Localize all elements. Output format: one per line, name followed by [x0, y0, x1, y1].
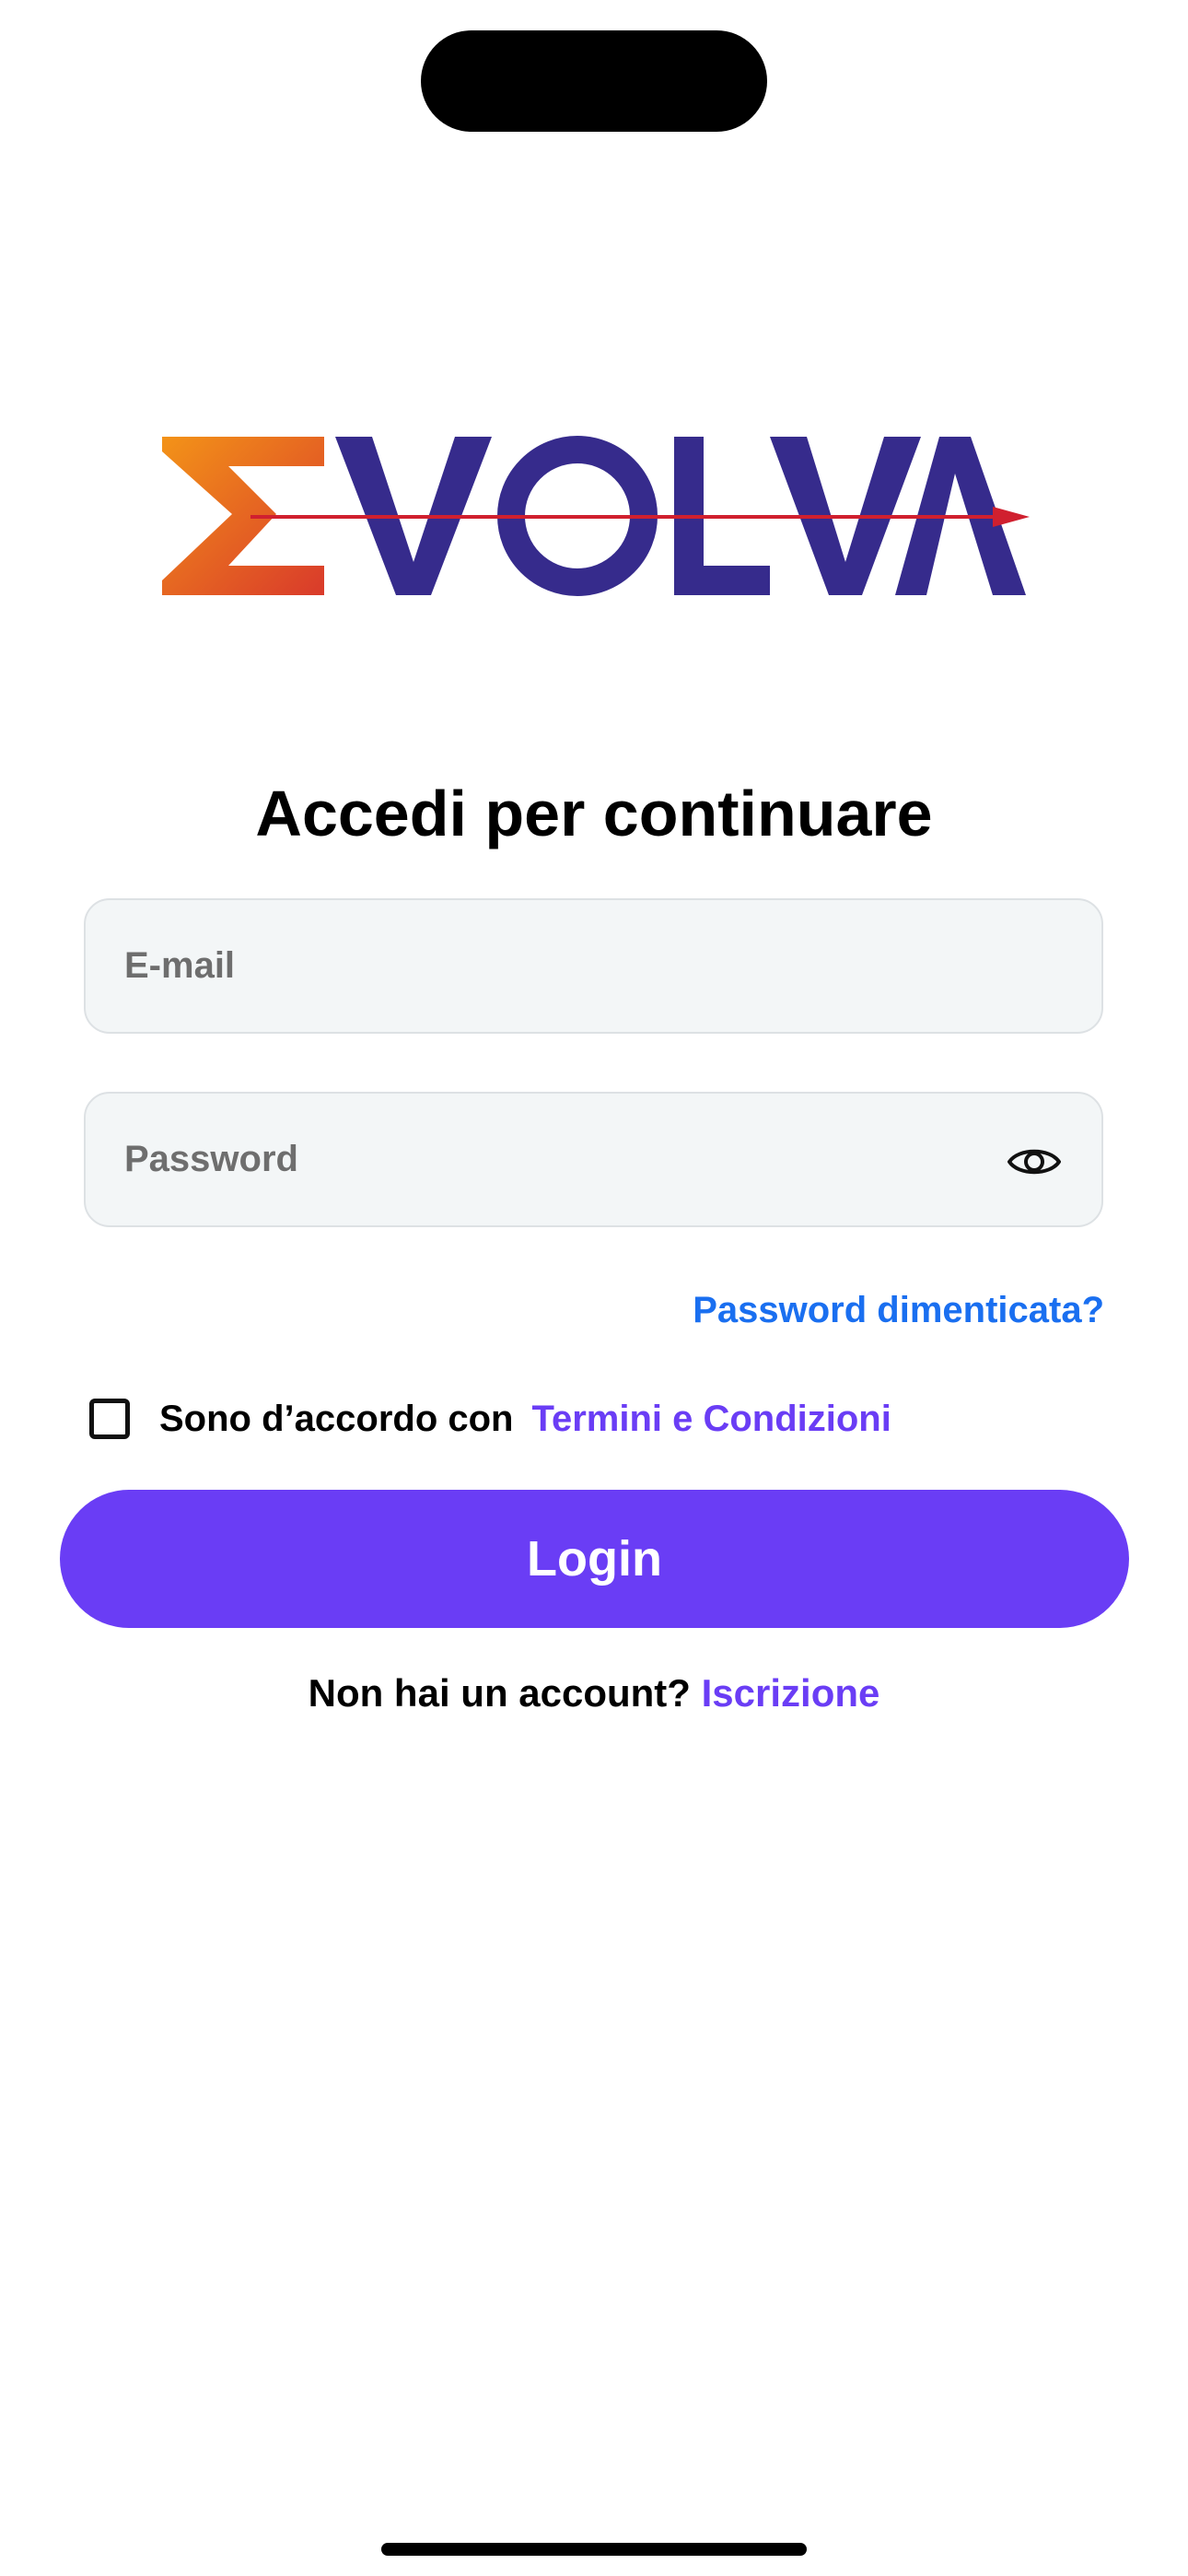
- terms-link[interactable]: Termini e Condizioni: [531, 1399, 891, 1440]
- forgot-password-link[interactable]: Password dimenticata?: [693, 1282, 1104, 1338]
- password-input[interactable]: [124, 1094, 953, 1225]
- home-indicator[interactable]: [381, 2543, 807, 2556]
- eye-icon[interactable]: [1006, 1133, 1063, 1190]
- password-field[interactable]: [84, 1092, 1103, 1227]
- login-button[interactable]: Login: [60, 1490, 1129, 1628]
- evolva-logo: [158, 426, 1030, 601]
- email-input[interactable]: [124, 900, 953, 1032]
- terms-label: Sono d’accordo con: [159, 1398, 514, 1439]
- email-field[interactable]: [84, 898, 1103, 1034]
- terms-checkbox[interactable]: [89, 1399, 130, 1439]
- page-title: Accedi per continuare: [255, 778, 933, 849]
- signup-link[interactable]: Iscrizione: [702, 1671, 880, 1715]
- signup-question: Non hai un account?: [308, 1671, 702, 1715]
- signup-row: Non hai un account? Iscrizione: [0, 1666, 1188, 1721]
- terms-row: Sono d’accordo con Termini e Condizioni: [89, 1391, 891, 1446]
- dynamic-island: [421, 30, 767, 132]
